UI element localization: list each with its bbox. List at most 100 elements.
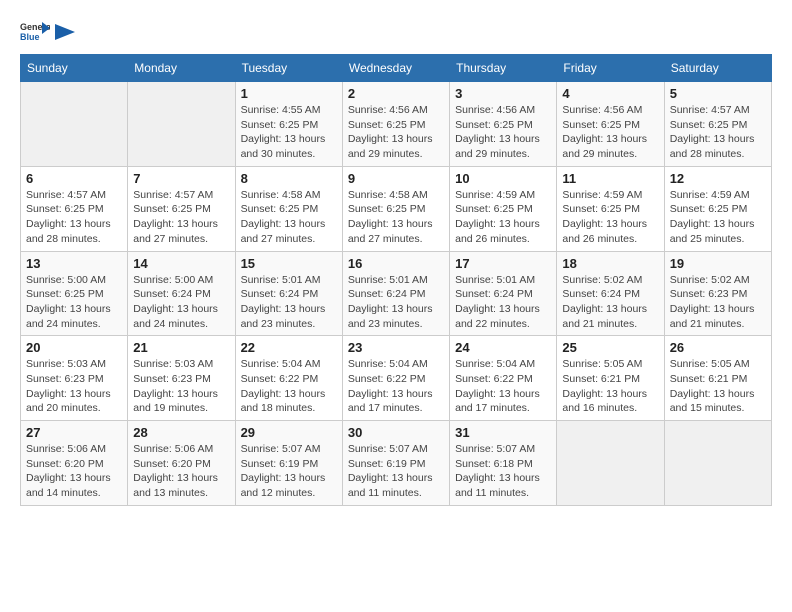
sunrise-text: Sunrise: 4:58 AM (241, 188, 337, 203)
daylight-text: Daylight: 13 hours and 26 minutes. (562, 217, 658, 246)
sunrise-text: Sunrise: 5:02 AM (562, 273, 658, 288)
daylight-text: Daylight: 13 hours and 30 minutes. (241, 132, 337, 161)
day-number: 17 (455, 256, 551, 271)
sunset-text: Sunset: 6:25 PM (455, 118, 551, 133)
calendar-cell (21, 82, 128, 167)
calendar-cell: 8 Sunrise: 4:58 AMSunset: 6:25 PMDaylight… (235, 166, 342, 251)
day-info: Sunrise: 5:03 AMSunset: 6:23 PMDaylight:… (133, 357, 229, 416)
day-number: 1 (241, 86, 337, 101)
sunrise-text: Sunrise: 5:07 AM (241, 442, 337, 457)
day-number: 24 (455, 340, 551, 355)
sunset-text: Sunset: 6:20 PM (133, 457, 229, 472)
daylight-text: Daylight: 13 hours and 29 minutes. (455, 132, 551, 161)
sunset-text: Sunset: 6:25 PM (26, 287, 122, 302)
calendar-week-row: 20Sunrise: 5:03 AMSunset: 6:23 PMDayligh… (21, 336, 772, 421)
sunset-text: Sunset: 6:22 PM (455, 372, 551, 387)
sunset-text: Sunset: 6:21 PM (670, 372, 766, 387)
weekday-header-thursday: Thursday (450, 55, 557, 82)
sunrise-text: Sunrise: 5:06 AM (133, 442, 229, 457)
day-info: Sunrise: 5:01 AMSunset: 6:24 PMDaylight:… (348, 273, 444, 332)
calendar-cell: 3 Sunrise: 4:56 AMSunset: 6:25 PMDaylight… (450, 82, 557, 167)
sunrise-text: Sunrise: 5:04 AM (455, 357, 551, 372)
day-number: 6 (26, 171, 122, 186)
day-number: 29 (241, 425, 337, 440)
day-info: Sunrise: 5:06 AMSunset: 6:20 PMDaylight:… (133, 442, 229, 501)
calendar-cell: 17Sunrise: 5:01 AMSunset: 6:24 PMDayligh… (450, 251, 557, 336)
calendar-week-row: 27Sunrise: 5:06 AMSunset: 6:20 PMDayligh… (21, 421, 772, 506)
sunset-text: Sunset: 6:24 PM (241, 287, 337, 302)
calendar-cell: 11Sunrise: 4:59 AMSunset: 6:25 PMDayligh… (557, 166, 664, 251)
calendar-cell: 26Sunrise: 5:05 AMSunset: 6:21 PMDayligh… (664, 336, 771, 421)
day-info: Sunrise: 4:58 AMSunset: 6:25 PMDaylight:… (348, 188, 444, 247)
calendar-cell: 2Sunrise: 4:56 AMSunset: 6:25 PMDaylight… (342, 82, 449, 167)
day-number: 7 (133, 171, 229, 186)
calendar-table: SundayMondayTuesdayWednesdayThursdayFrid… (20, 54, 772, 506)
day-number: 22 (241, 340, 337, 355)
svg-text:Blue: Blue (20, 32, 40, 42)
daylight-text: Daylight: 13 hours and 11 minutes. (455, 471, 551, 500)
day-number: 26 (670, 340, 766, 355)
day-info: Sunrise: 4:59 AMSunset: 6:25 PMDaylight:… (670, 188, 766, 247)
day-number: 27 (26, 425, 122, 440)
sunset-text: Sunset: 6:25 PM (670, 202, 766, 217)
daylight-text: Daylight: 13 hours and 21 minutes. (562, 302, 658, 331)
day-number: 23 (348, 340, 444, 355)
day-number: 3 (455, 86, 551, 101)
daylight-text: Daylight: 13 hours and 15 minutes. (670, 387, 766, 416)
calendar-cell: 24 Sunrise: 5:04 AMSunset: 6:22 PMDayligh… (450, 336, 557, 421)
daylight-text: Daylight: 13 hours and 27 minutes. (133, 217, 229, 246)
day-number: 8 (241, 171, 337, 186)
sunrise-text: Sunrise: 5:01 AM (455, 273, 551, 288)
sunset-text: Sunset: 6:22 PM (348, 372, 444, 387)
weekday-header-saturday: Saturday (664, 55, 771, 82)
sunset-text: Sunset: 6:25 PM (348, 202, 444, 217)
day-number: 25 (562, 340, 658, 355)
daylight-text: Daylight: 13 hours and 23 minutes. (348, 302, 444, 331)
calendar-cell: 27Sunrise: 5:06 AMSunset: 6:20 PMDayligh… (21, 421, 128, 506)
sunset-text: Sunset: 6:21 PM (562, 372, 658, 387)
sunset-text: Sunset: 6:23 PM (26, 372, 122, 387)
calendar-week-row: 13Sunrise: 5:00 AMSunset: 6:25 PMDayligh… (21, 251, 772, 336)
calendar-cell: 9 Sunrise: 4:58 AMSunset: 6:25 PMDaylight… (342, 166, 449, 251)
day-info: Sunrise: 4:57 AMSunset: 6:25 PMDaylight:… (133, 188, 229, 247)
calendar-cell: 1Sunrise: 4:55 AMSunset: 6:25 PMDaylight… (235, 82, 342, 167)
sunset-text: Sunset: 6:25 PM (26, 202, 122, 217)
sunset-text: Sunset: 6:25 PM (455, 202, 551, 217)
sunset-text: Sunset: 6:24 PM (133, 287, 229, 302)
weekday-header-tuesday: Tuesday (235, 55, 342, 82)
daylight-text: Daylight: 13 hours and 18 minutes. (241, 387, 337, 416)
day-number: 10 (455, 171, 551, 186)
sunset-text: Sunset: 6:25 PM (241, 202, 337, 217)
calendar-cell: 15Sunrise: 5:01 AMSunset: 6:24 PMDayligh… (235, 251, 342, 336)
daylight-text: Daylight: 13 hours and 11 minutes. (348, 471, 444, 500)
day-info: Sunrise: 4:59 AMSunset: 6:25 PMDaylight:… (562, 188, 658, 247)
day-info: Sunrise: 4:56 AMSunset: 6:25 PMDaylight:… (348, 103, 444, 162)
sunrise-text: Sunrise: 4:56 AM (562, 103, 658, 118)
calendar-cell: 19Sunrise: 5:02 AMSunset: 6:23 PMDayligh… (664, 251, 771, 336)
daylight-text: Daylight: 13 hours and 25 minutes. (670, 217, 766, 246)
day-info: Sunrise: 5:07 AMSunset: 6:19 PMDaylight:… (348, 442, 444, 501)
daylight-text: Daylight: 13 hours and 17 minutes. (455, 387, 551, 416)
daylight-text: Daylight: 13 hours and 16 minutes. (562, 387, 658, 416)
sunrise-text: Sunrise: 4:56 AM (455, 103, 551, 118)
day-number: 9 (348, 171, 444, 186)
sunrise-text: Sunrise: 5:03 AM (133, 357, 229, 372)
calendar-cell: 20Sunrise: 5:03 AMSunset: 6:23 PMDayligh… (21, 336, 128, 421)
weekday-header-monday: Monday (128, 55, 235, 82)
calendar-cell: 28Sunrise: 5:06 AMSunset: 6:20 PMDayligh… (128, 421, 235, 506)
day-number: 19 (670, 256, 766, 271)
sunset-text: Sunset: 6:25 PM (670, 118, 766, 133)
day-info: Sunrise: 4:58 AMSunset: 6:25 PMDaylight:… (241, 188, 337, 247)
calendar-cell: 31Sunrise: 5:07 AMSunset: 6:18 PMDayligh… (450, 421, 557, 506)
sunrise-text: Sunrise: 5:07 AM (455, 442, 551, 457)
calendar-cell (557, 421, 664, 506)
day-info: Sunrise: 5:04 AMSunset: 6:22 PMDaylight:… (241, 357, 337, 416)
sunrise-text: Sunrise: 4:59 AM (455, 188, 551, 203)
daylight-text: Daylight: 13 hours and 23 minutes. (241, 302, 337, 331)
sunrise-text: Sunrise: 5:05 AM (562, 357, 658, 372)
calendar-cell: 18Sunrise: 5:02 AMSunset: 6:24 PMDayligh… (557, 251, 664, 336)
calendar-cell: 6Sunrise: 4:57 AMSunset: 6:25 PMDaylight… (21, 166, 128, 251)
day-info: Sunrise: 5:00 AMSunset: 6:24 PMDaylight:… (133, 273, 229, 332)
calendar-cell: 22 Sunrise: 5:04 AMSunset: 6:22 PMDayligh… (235, 336, 342, 421)
sunrise-text: Sunrise: 5:04 AM (348, 357, 444, 372)
